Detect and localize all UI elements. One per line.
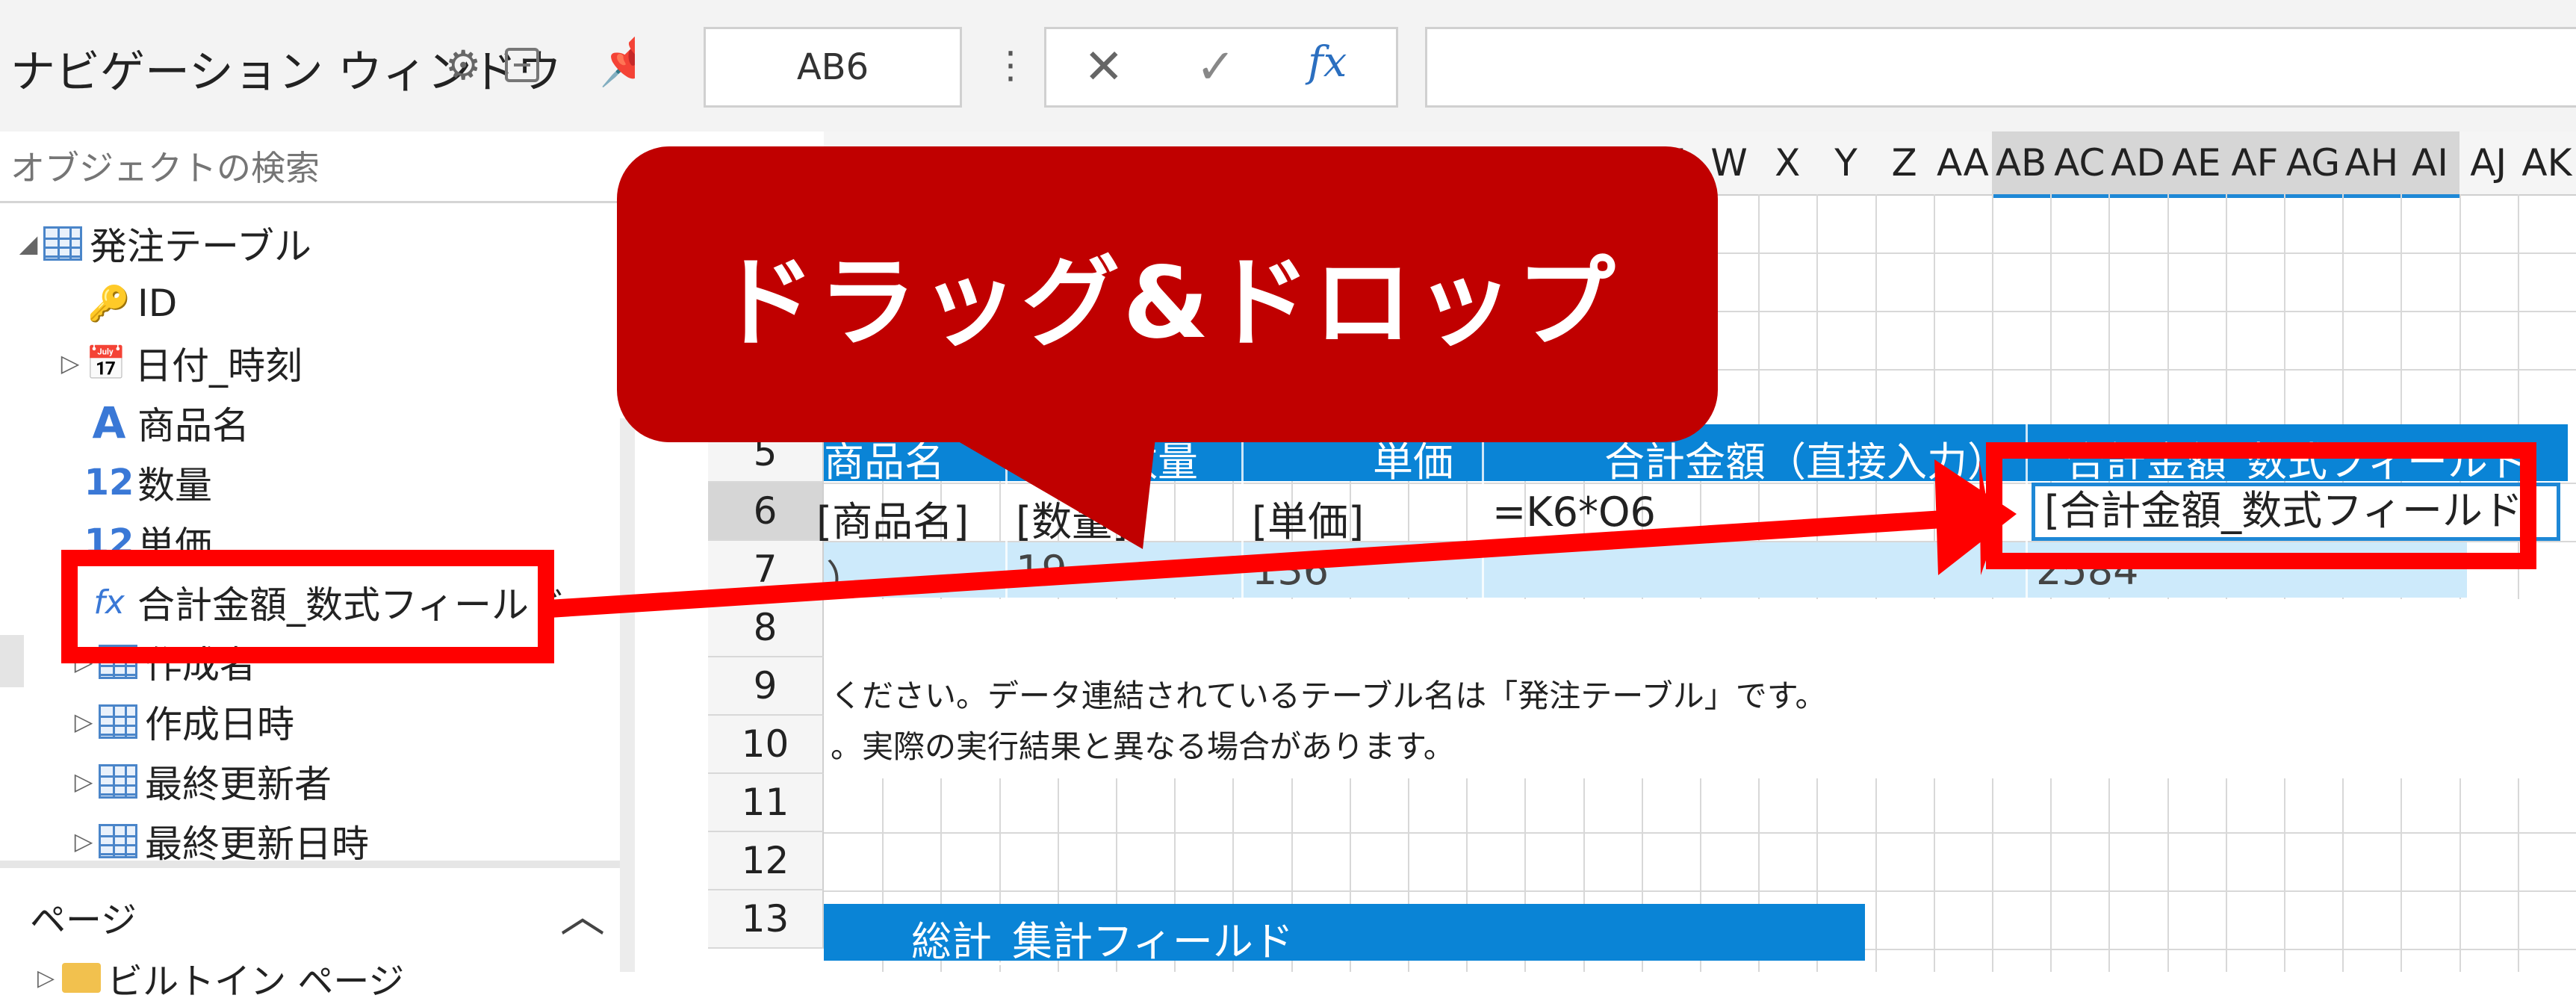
- drag-arrow-line: [548, 506, 2002, 618]
- target-highlight-box: [1986, 442, 2536, 569]
- source-highlight-box: [61, 550, 554, 663]
- drag-drop-callout: ドラッグ&ドロップ: [617, 146, 1718, 442]
